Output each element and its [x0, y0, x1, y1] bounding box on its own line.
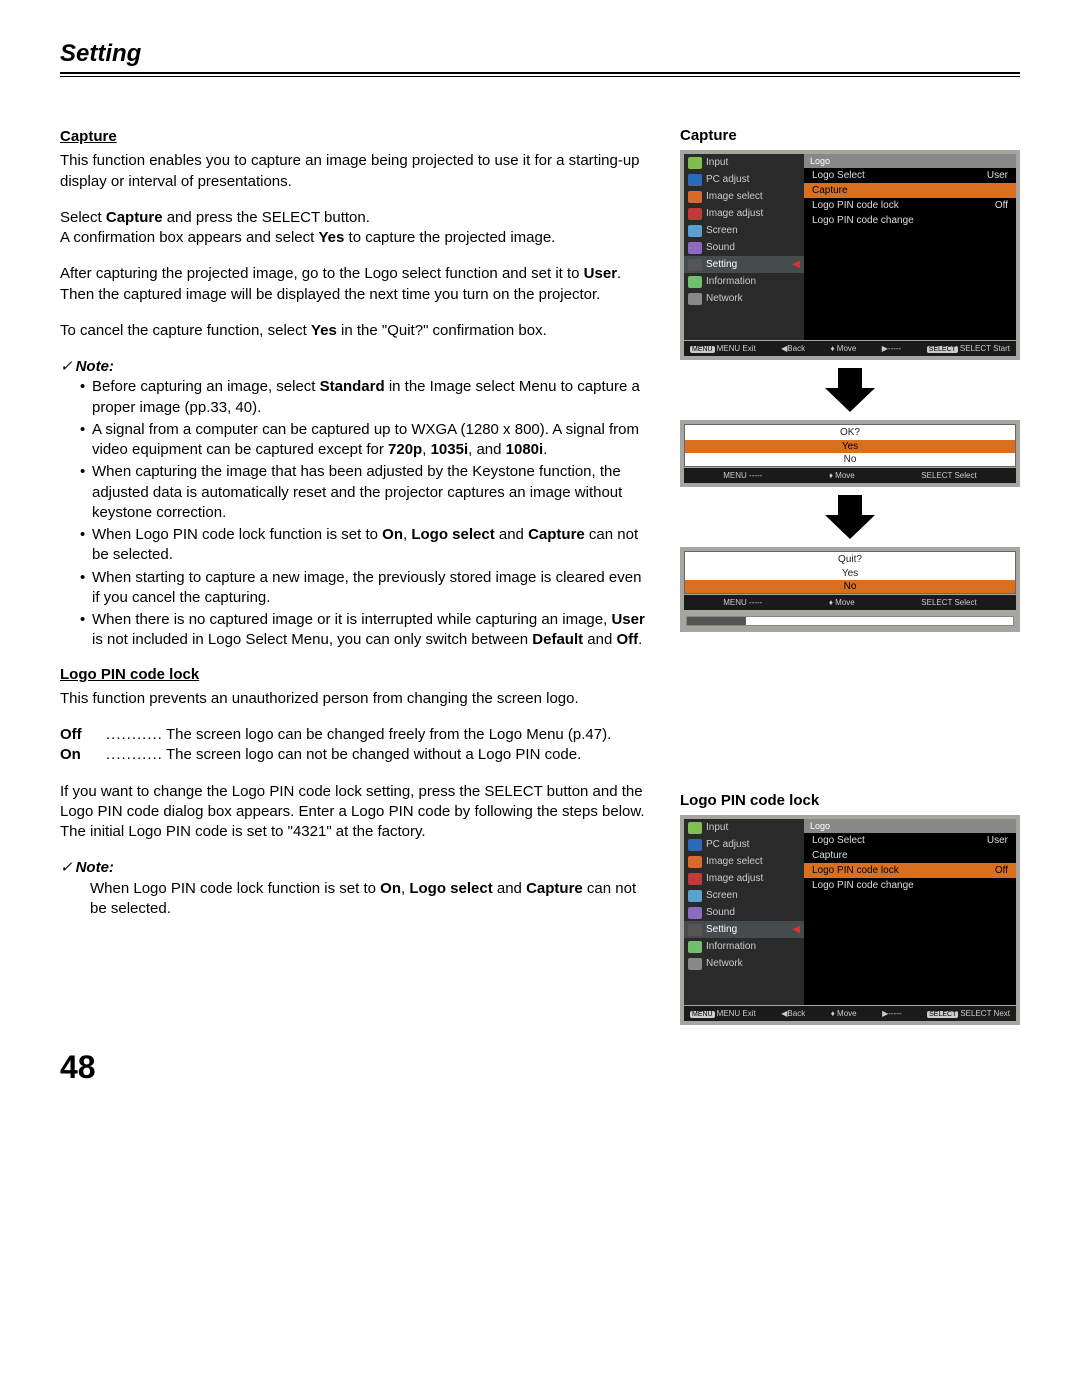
quit-dialog-screenshot: Quit? Yes No MENU ----- ♦ Move SELECT Se… [680, 547, 1020, 632]
page-title: Setting [60, 40, 1020, 68]
selected-indicator-icon: ◀ [792, 259, 800, 270]
ok-yes: Yes [685, 440, 1015, 453]
on-term: On [60, 745, 106, 765]
note-label-2: Note: [60, 858, 650, 878]
sidebar-item: Setting◀ [684, 921, 804, 938]
panel-row: Logo PIN code change [804, 878, 1016, 893]
page-number: 48 [60, 1049, 1020, 1086]
sidebar-item: Screen [684, 887, 804, 904]
sidebar-item: Screen [684, 222, 804, 239]
sidebar-item: PC adjust [684, 836, 804, 853]
menu-icon [688, 839, 702, 851]
rule-thin [60, 76, 1020, 77]
ok-question: OK? [685, 425, 1015, 440]
menu-icon [688, 208, 702, 220]
capture-intro: This function enables you to capture an … [60, 151, 650, 192]
menu-icon [688, 822, 702, 834]
capture-heading: Capture [60, 127, 650, 147]
panel-row: Capture [804, 183, 1016, 198]
menu-icon [688, 890, 702, 902]
panel-row: Logo PIN code lockOff [804, 198, 1016, 213]
menu-icon [688, 174, 702, 186]
menu-icon [688, 907, 702, 919]
quit-no: No [685, 580, 1015, 593]
menu-icon [688, 958, 702, 970]
pin-intro: This function prevents an unauthorized p… [60, 689, 650, 709]
arrow-down-icon [825, 495, 875, 539]
pin-heading: Logo PIN code lock [60, 665, 650, 685]
off-def: The screen logo can be changed freely fr… [166, 725, 650, 745]
sidebar-item: Information [684, 938, 804, 955]
selected-indicator-icon: ◀ [792, 924, 800, 935]
panel-row: Logo PIN code lockOff [804, 863, 1016, 878]
sidebar-item: Sound [684, 239, 804, 256]
arrow-down-icon [825, 368, 875, 412]
menu-icon [688, 242, 702, 254]
sidebar-item: Image select [684, 188, 804, 205]
menu-icon [688, 293, 702, 305]
ok-dialog-screenshot: OK? Yes No MENU ----- ♦ Move SELECT Sele… [680, 420, 1020, 487]
sidebar-item: Input [684, 154, 804, 171]
left-column: Capture This function enables you to cap… [60, 127, 650, 1029]
menu-icon [688, 873, 702, 885]
menu-icon [688, 225, 702, 237]
menu-icon [688, 924, 702, 936]
notes-2: When Logo PIN code lock function is set … [60, 879, 650, 920]
menu-icon [688, 856, 702, 868]
capture-confirm-line: A confirmation box appears and select Ye… [60, 228, 650, 248]
menu-icon [688, 157, 702, 169]
sidebar-item: Information [684, 273, 804, 290]
rule-thick [60, 72, 1020, 74]
sidebar-item: Input [684, 819, 804, 836]
panel-row: Logo SelectUser [804, 833, 1016, 848]
sidebar-item: Image adjust [684, 205, 804, 222]
sidebar-item: PC adjust [684, 171, 804, 188]
ok-no: No [685, 453, 1015, 466]
capture-after: After capturing the projected image, go … [60, 264, 650, 305]
quit-yes: Yes [685, 567, 1015, 580]
sidebar-item: Network [684, 290, 804, 307]
menu-screenshot-pin: InputPC adjustImage selectImage adjustSc… [680, 815, 1020, 1025]
pin-screenshot-title: Logo PIN code lock [680, 792, 1020, 809]
sidebar-item: Sound [684, 904, 804, 921]
panel-row: Capture [804, 848, 1016, 863]
hint-bar: MENUMENU Exit ◀Back ♦ Move ▶----- SELECT… [684, 1006, 1016, 1021]
capture-cancel: To cancel the capture function, select Y… [60, 321, 650, 341]
pin-offon-list: Off ........... The screen logo can be c… [60, 725, 650, 766]
note-label-1: Note: [60, 357, 650, 377]
menu-screenshot-capture: InputPC adjustImage selectImage adjustSc… [680, 150, 1020, 360]
hint-bar: MENUMENU Exit ◀Back ♦ Move ▶----- SELECT… [684, 341, 1016, 356]
capture-screenshot-title: Capture [680, 127, 1020, 144]
pin-change: If you want to change the Logo PIN code … [60, 782, 650, 843]
notes-list-1: Before capturing an image, select Standa… [60, 377, 650, 650]
panel-row: Logo PIN code change [804, 213, 1016, 228]
menu-icon [688, 259, 702, 271]
sidebar-item: Setting◀ [684, 256, 804, 273]
panel-header: Logo [804, 819, 1016, 833]
progress-bar [684, 614, 1016, 628]
panel-row: Logo SelectUser [804, 168, 1016, 183]
menu-icon [688, 276, 702, 288]
menu-icon [688, 191, 702, 203]
on-def: The screen logo can not be changed witho… [166, 745, 650, 765]
capture-select-line: Select Capture and press the SELECT butt… [60, 208, 650, 228]
right-column: Capture InputPC adjustImage selectImage … [680, 127, 1020, 1029]
panel-header: Logo [804, 154, 1016, 168]
sidebar-item: Network [684, 955, 804, 972]
menu-icon [688, 941, 702, 953]
sidebar-item: Image adjust [684, 870, 804, 887]
off-term: Off [60, 725, 106, 745]
quit-question: Quit? [685, 552, 1015, 567]
sidebar-item: Image select [684, 853, 804, 870]
